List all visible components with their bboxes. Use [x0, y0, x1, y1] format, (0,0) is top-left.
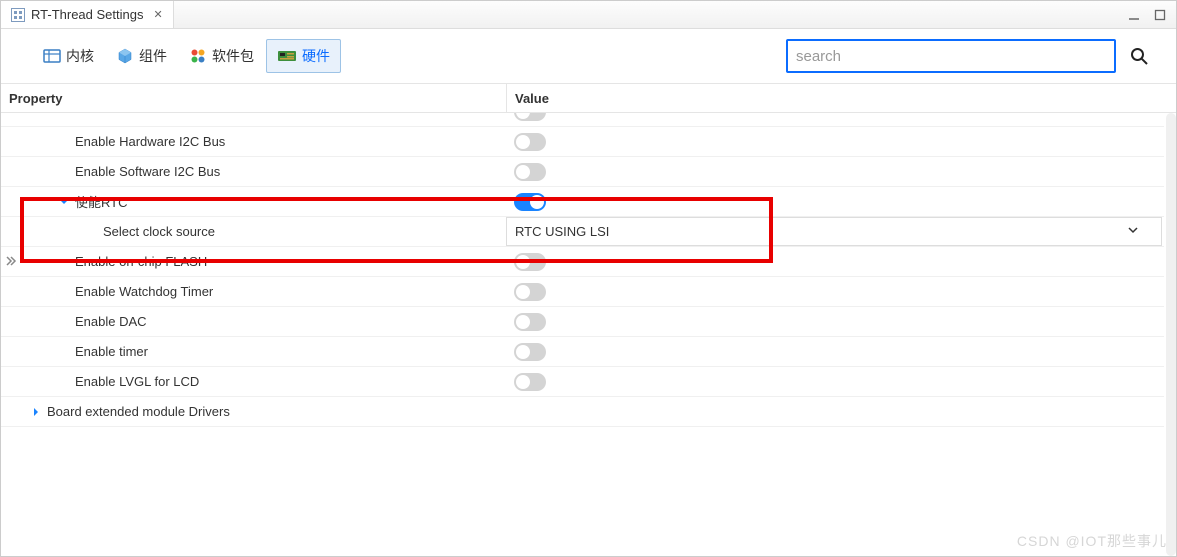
maximize-button[interactable] [1152, 8, 1168, 22]
property-label: 使能RTC [75, 192, 127, 211]
toggle-switch[interactable] [514, 313, 546, 331]
table-row[interactable]: Enable Hardware I2C Bus [1, 127, 1164, 157]
marker-spacer [57, 135, 71, 149]
marker-spacer [57, 315, 71, 329]
header-value: Value [506, 84, 1176, 112]
marker-spacer [57, 375, 71, 389]
tab-logo-icon [11, 8, 25, 22]
chevron-right-double-icon [4, 254, 18, 268]
nav-label: 软件包 [212, 46, 254, 66]
marker-spacer [57, 255, 71, 269]
table-row-peek [1, 113, 1164, 127]
nav-tab[interactable]: 内核 [33, 39, 104, 73]
search-input[interactable] [796, 48, 1106, 65]
property-label: Board extended module Drivers [47, 404, 230, 419]
toggle-switch[interactable] [514, 283, 546, 301]
property-label: Enable DAC [75, 314, 147, 329]
property-label: Enable Hardware I2C Bus [75, 134, 225, 149]
nav-tab[interactable]: 硬件 [266, 39, 341, 73]
table-header: Property Value [1, 83, 1176, 113]
chevron-down-icon[interactable] [57, 195, 71, 209]
nav-label: 硬件 [302, 46, 330, 66]
dropdown-value: RTC USING LSI [515, 224, 609, 239]
nav-label: 组件 [139, 46, 167, 66]
table-row[interactable]: Enable LVGL for LCD [1, 367, 1164, 397]
toggle-switch[interactable] [514, 133, 546, 151]
tab-title: RT-Thread Settings [31, 7, 143, 22]
table-row[interactable]: 使能RTC [1, 187, 1164, 217]
table-body: Enable Hardware I2C Bus Enable Software I… [1, 113, 1176, 556]
table-row[interactable]: Enable timer [1, 337, 1164, 367]
toggle-switch[interactable] [514, 193, 546, 211]
watermark: CSDN @IOT那些事儿 [1017, 531, 1167, 551]
dropdown-select[interactable]: RTC USING LSI [506, 217, 1162, 246]
expand-handle[interactable] [2, 252, 20, 270]
nav-tab[interactable]: 组件 [106, 39, 177, 73]
toggle-switch[interactable] [514, 163, 546, 181]
toggle-switch[interactable] [514, 253, 546, 271]
minimize-button[interactable] [1126, 8, 1142, 22]
marker-spacer [57, 165, 71, 179]
nav-icon [116, 47, 134, 65]
table-row[interactable]: Enable on-chip FLASH [1, 247, 1164, 277]
nav-icon [43, 48, 61, 64]
nav-tab[interactable]: 软件包 [179, 39, 264, 73]
toggle-switch[interactable] [514, 373, 546, 391]
property-label: Enable LVGL for LCD [75, 374, 199, 389]
property-label: Enable Software I2C Bus [75, 164, 220, 179]
property-label: Enable timer [75, 344, 148, 359]
settings-window: RT-Thread Settings ✕ 内核 组件 软件包 硬件 Property … [0, 0, 1177, 557]
table-row[interactable]: Select clock source RTC USING LSI [1, 217, 1164, 247]
marker-spacer [85, 225, 99, 239]
table-row[interactable]: Enable DAC [1, 307, 1164, 337]
toolbar: 内核 组件 软件包 硬件 [1, 29, 1176, 83]
nav-label: 内核 [66, 46, 94, 66]
table-row[interactable]: Enable Software I2C Bus [1, 157, 1164, 187]
search-icon [1129, 46, 1149, 66]
header-property: Property [1, 91, 506, 106]
vertical-scrollbar[interactable] [1166, 113, 1176, 556]
chevron-right-icon[interactable] [29, 405, 43, 419]
marker-spacer [57, 285, 71, 299]
close-icon[interactable]: ✕ [153, 8, 162, 21]
title-bar: RT-Thread Settings ✕ [1, 1, 1176, 29]
search-box[interactable] [786, 39, 1116, 73]
search-button[interactable] [1122, 39, 1156, 73]
toggle-switch[interactable] [514, 113, 546, 121]
property-label: Enable Watchdog Timer [75, 284, 213, 299]
table-row[interactable]: Enable Watchdog Timer [1, 277, 1164, 307]
marker-spacer [57, 345, 71, 359]
nav-icon [189, 47, 207, 65]
window-buttons [1126, 8, 1176, 22]
property-label: Select clock source [103, 224, 215, 239]
editor-tab[interactable]: RT-Thread Settings ✕ [1, 1, 174, 28]
toggle-switch[interactable] [514, 343, 546, 361]
nav-icon [277, 49, 297, 63]
table-row[interactable]: Board extended module Drivers [1, 397, 1164, 427]
property-label: Enable on-chip FLASH [75, 254, 207, 269]
